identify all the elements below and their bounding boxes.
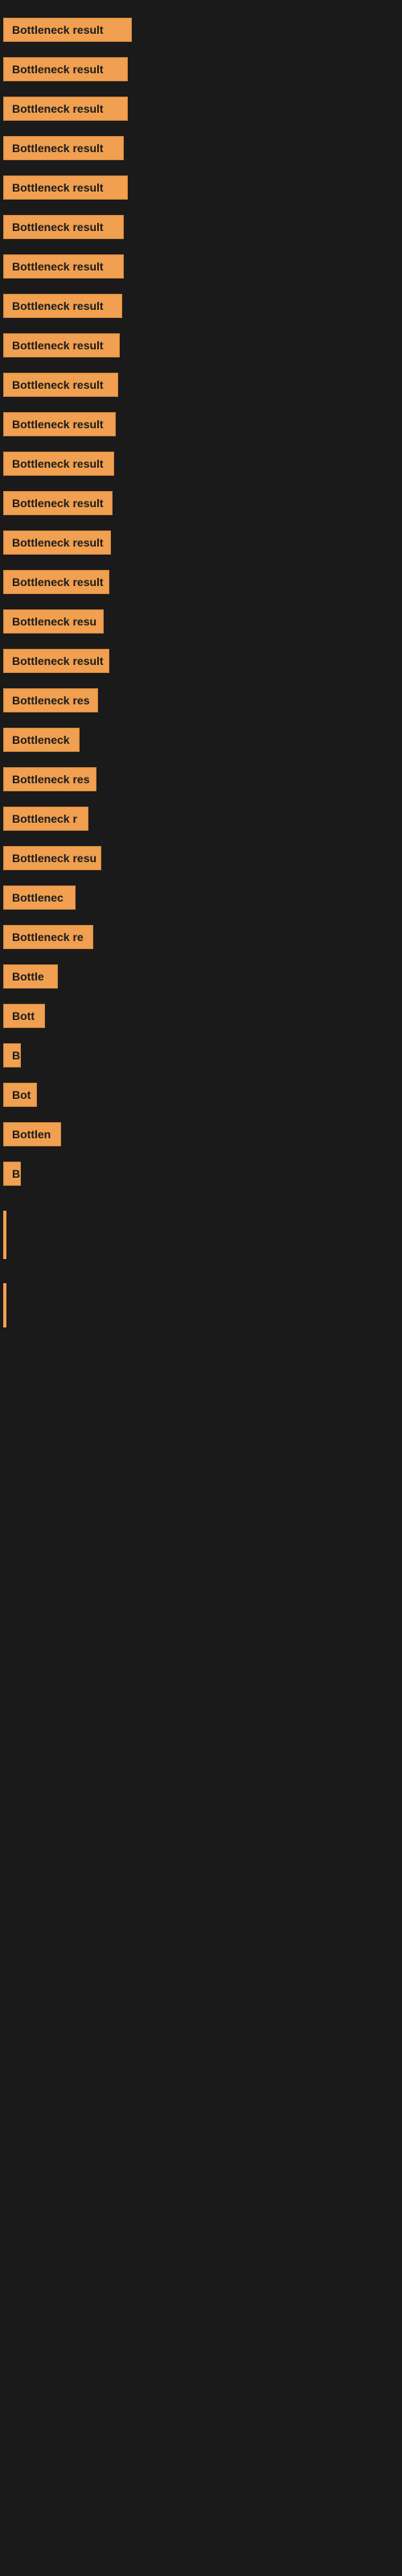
list-item: B (0, 1038, 402, 1076)
bottleneck-label: Bottleneck result (3, 175, 128, 200)
bottleneck-list: Bottleneck result Bottleneck result Bottle… (0, 13, 402, 1195)
bottleneck-label: Bottleneck result (3, 373, 118, 397)
bottleneck-label: Bottleneck resu (3, 846, 101, 870)
list-item: Bottle (0, 960, 402, 997)
list-item: Bottleneck resu (0, 841, 402, 879)
bottleneck-label: Bottleneck result (3, 57, 128, 81)
bottleneck-label: Bottle (3, 964, 58, 989)
list-item: Bottleneck res (0, 683, 402, 721)
list-item: Bottleneck result (0, 447, 402, 485)
bottleneck-label: Bottleneck re (3, 925, 93, 949)
bottleneck-label: Bottleneck (3, 728, 80, 752)
bottleneck-label: Bottleneck result (3, 294, 122, 318)
bottleneck-label: Bottleneck result (3, 215, 124, 239)
bottom-section (0, 1211, 402, 1327)
bottleneck-label: Bottleneck result (3, 18, 132, 42)
list-item: Bottleneck result (0, 644, 402, 682)
list-item: Bottleneck res (0, 762, 402, 800)
list-item: Bottleneck result (0, 368, 402, 406)
bottleneck-label: Bottleneck result (3, 254, 124, 279)
list-item: Bottleneck result (0, 328, 402, 366)
list-item: Bottleneck result (0, 407, 402, 445)
bottleneck-label: Bottleneck result (3, 530, 111, 555)
list-item: Bott (0, 999, 402, 1037)
bottleneck-label: Bottleneck result (3, 570, 109, 594)
bottleneck-label: Bottleneck result (3, 97, 128, 121)
list-item: Bottleneck result (0, 486, 402, 524)
list-item: Bottleneck result (0, 289, 402, 327)
list-item: Bottleneck result (0, 250, 402, 287)
bottleneck-label: Bottleneck resu (3, 609, 104, 634)
bottleneck-label: Bottleneck result (3, 333, 120, 357)
list-item: Bottleneck result (0, 13, 402, 51)
bottleneck-label: Bottleneck res (3, 688, 98, 712)
bottleneck-label: Bottlen (3, 1122, 61, 1146)
list-item: Bottleneck resu (0, 605, 402, 642)
vertical-bar-2 (3, 1283, 6, 1327)
vertical-bar-1 (3, 1211, 6, 1259)
bottleneck-label: Bott (3, 1004, 45, 1028)
bottleneck-label: Bottleneck result (3, 452, 114, 476)
bottleneck-label: Bottlenec (3, 886, 76, 910)
list-item: Bottleneck result (0, 92, 402, 130)
bottleneck-label: B (3, 1043, 21, 1067)
bottleneck-label: Bottleneck r (3, 807, 88, 831)
list-item: Bottleneck result (0, 210, 402, 248)
list-item: Bottleneck r (0, 802, 402, 840)
bottleneck-label: Bottleneck result (3, 412, 116, 436)
bottleneck-label: Bottleneck result (3, 136, 124, 160)
list-item: Bottleneck result (0, 52, 402, 90)
list-item: Bottleneck result (0, 565, 402, 603)
list-item: Bot (0, 1078, 402, 1116)
list-item: Bottleneck result (0, 526, 402, 564)
bottleneck-label: Bottleneck result (3, 649, 109, 673)
bottleneck-label: B (3, 1162, 21, 1186)
bottleneck-label: Bottleneck result (3, 491, 113, 515)
list-item: Bottleneck re (0, 920, 402, 958)
list-item: Bottlen (0, 1117, 402, 1155)
list-item: B (0, 1157, 402, 1195)
bottleneck-label: Bottleneck res (3, 767, 96, 791)
bottleneck-label: Bot (3, 1083, 37, 1107)
list-item: Bottleneck result (0, 131, 402, 169)
list-item: Bottleneck (0, 723, 402, 761)
site-title (0, 0, 402, 13)
list-item: Bottleneck result (0, 171, 402, 208)
list-item: Bottlenec (0, 881, 402, 919)
